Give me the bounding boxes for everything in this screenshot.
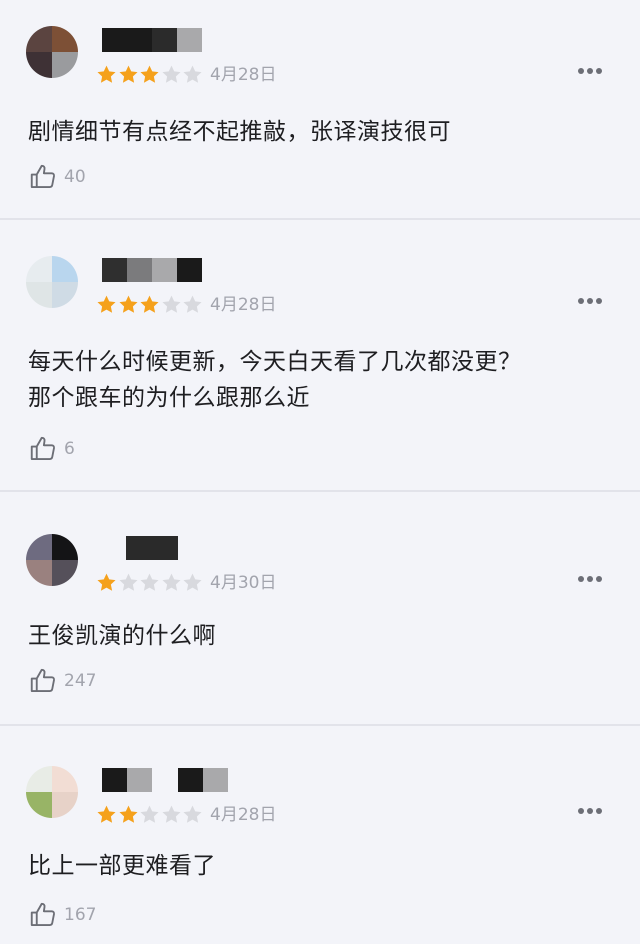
username-redacted[interactable] xyxy=(96,536,178,560)
review-card: 4月28日 剧情细节有点经不起推敲，张译演技很可 40 xyxy=(0,26,640,216)
avatar[interactable] xyxy=(26,766,78,818)
like-count: 247 xyxy=(64,671,97,691)
username-redacted[interactable] xyxy=(102,258,202,282)
divider xyxy=(0,490,640,492)
star-empty-icon xyxy=(161,805,181,823)
star-empty-icon xyxy=(183,65,202,83)
star-filled-icon xyxy=(140,295,159,313)
star-empty-icon xyxy=(183,295,202,313)
star-empty-icon xyxy=(183,573,202,591)
review-text: 王俊凯演的什么啊 xyxy=(28,618,216,654)
more-options-icon[interactable] xyxy=(578,576,602,582)
thumbs-up-icon xyxy=(30,902,55,926)
review-text: 每天什么时候更新，今天白天看了几次都没更？ 那个跟车的为什么跟那么近 xyxy=(28,344,522,416)
username-redacted[interactable] xyxy=(102,768,228,792)
star-empty-icon xyxy=(161,573,181,591)
star-filled-icon xyxy=(118,805,138,823)
avatar[interactable] xyxy=(26,26,78,78)
more-options-icon[interactable] xyxy=(578,298,602,304)
like-button[interactable]: 6 xyxy=(28,434,75,464)
thumbs-up-icon xyxy=(30,164,55,188)
thumbs-up-icon xyxy=(30,436,55,460)
review-date: 4月28日 xyxy=(210,295,277,315)
star-rating xyxy=(96,64,204,85)
more-options-icon[interactable] xyxy=(578,68,602,74)
star-rating xyxy=(96,804,204,825)
star-filled-icon xyxy=(140,65,159,83)
star-filled-icon xyxy=(97,65,116,83)
review-text-line: 剧情细节有点经不起推敲，张译演技很可 xyxy=(28,119,451,145)
like-button[interactable]: 167 xyxy=(28,900,96,930)
star-empty-icon xyxy=(161,65,181,83)
review-text-line: 那个跟车的为什么跟那么近 xyxy=(28,385,310,411)
star-filled-icon xyxy=(97,573,116,591)
star-empty-icon xyxy=(161,295,181,313)
like-count: 167 xyxy=(64,905,97,925)
review-date: 4月28日 xyxy=(210,805,277,825)
star-rating xyxy=(96,572,204,593)
divider xyxy=(0,724,640,726)
star-filled-icon xyxy=(97,805,116,823)
star-empty-icon xyxy=(140,573,159,591)
avatar[interactable] xyxy=(26,534,78,586)
review-card: 4月30日 王俊凯演的什么啊 247 xyxy=(0,534,640,714)
star-filled-icon xyxy=(118,295,138,313)
like-count: 40 xyxy=(64,167,86,187)
star-rating xyxy=(96,294,204,315)
star-empty-icon xyxy=(183,805,202,823)
like-button[interactable]: 247 xyxy=(28,666,96,696)
review-card: 4月28日 比上一部更难看了 167 xyxy=(0,766,640,944)
review-date: 4月30日 xyxy=(210,573,277,593)
username-redacted[interactable] xyxy=(102,28,202,52)
star-filled-icon xyxy=(97,295,116,313)
star-empty-icon xyxy=(140,805,159,823)
thumbs-up-icon xyxy=(30,668,55,692)
like-count: 6 xyxy=(64,439,75,459)
review-text-line: 王俊凯演的什么啊 xyxy=(28,623,216,649)
like-button[interactable]: 40 xyxy=(28,162,86,192)
star-empty-icon xyxy=(118,573,138,591)
avatar[interactable] xyxy=(26,256,78,308)
review-text-line: 每天什么时候更新，今天白天看了几次都没更？ xyxy=(28,349,522,375)
divider xyxy=(0,218,640,220)
review-feed: 4月28日 剧情细节有点经不起推敲，张译演技很可 40 4月28日 每天什么时候… xyxy=(0,0,640,944)
star-filled-icon xyxy=(118,65,138,83)
review-date: 4月28日 xyxy=(210,65,277,85)
review-text: 剧情细节有点经不起推敲，张译演技很可 xyxy=(28,114,451,150)
review-text: 比上一部更难看了 xyxy=(28,848,216,884)
more-options-icon[interactable] xyxy=(578,808,602,814)
review-card: 4月28日 每天什么时候更新，今天白天看了几次都没更？ 那个跟车的为什么跟那么近… xyxy=(0,256,640,486)
review-text-line: 比上一部更难看了 xyxy=(28,853,216,879)
